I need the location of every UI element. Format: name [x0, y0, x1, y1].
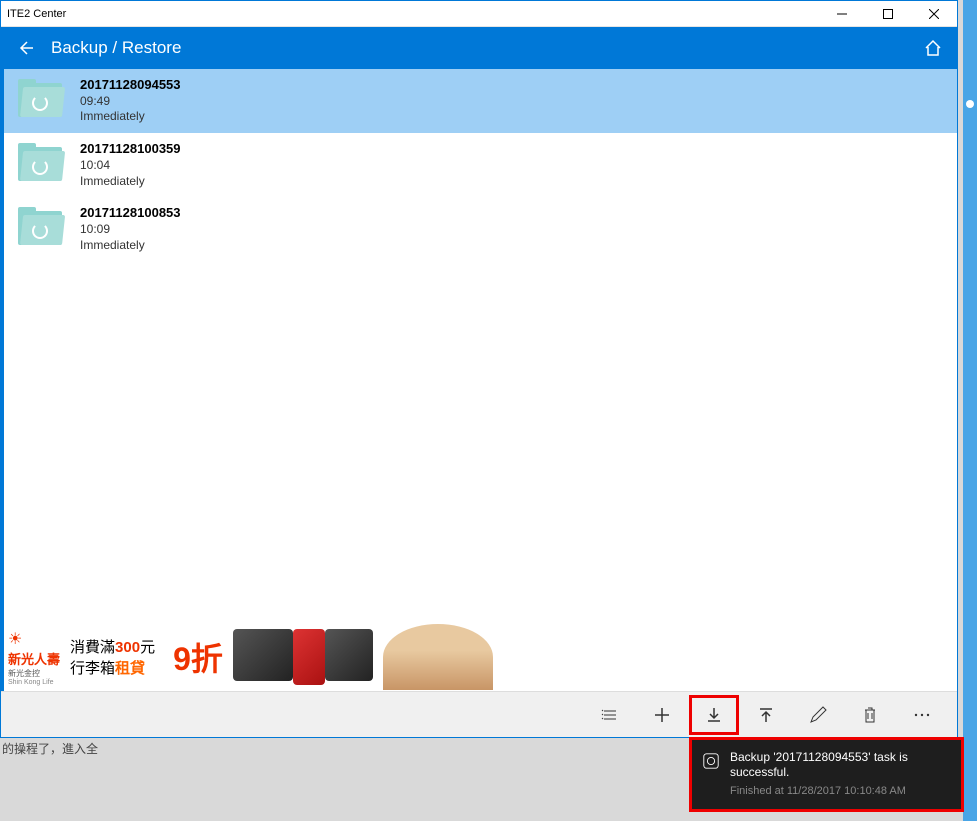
bottom-toolbar	[1, 691, 957, 737]
add-button[interactable]	[637, 695, 687, 735]
backup-time: 10:09	[80, 222, 181, 238]
backup-name: 20171128100853	[80, 205, 181, 222]
backup-info: 20171128100359 10:04 Immediately	[80, 141, 181, 189]
backup-name: 20171128094553	[80, 77, 181, 94]
backup-time: 10:04	[80, 158, 181, 174]
page-title: Backup / Restore	[51, 38, 181, 58]
more-button[interactable]	[897, 695, 947, 735]
download-icon	[704, 705, 724, 725]
minimize-button[interactable]	[819, 1, 865, 27]
home-icon	[923, 38, 943, 58]
backup-list-item[interactable]: 20171128100853 10:09 Immediately	[4, 197, 957, 261]
home-button[interactable]	[923, 38, 943, 58]
list-icon	[600, 705, 620, 725]
ad-products	[233, 629, 373, 685]
backup-list: 20171128094553 09:49 Immediately 2017112…	[1, 69, 957, 623]
minimize-icon	[837, 9, 847, 19]
notification-title: Backup '20171128094553' task is successf…	[730, 750, 949, 781]
backup-list-item[interactable]: 20171128094553 09:49 Immediately	[4, 69, 957, 133]
ad-text: 消費滿300元 行李箱租貸	[70, 636, 155, 678]
back-arrow-icon	[15, 38, 35, 58]
upload-button[interactable]	[741, 695, 791, 735]
backup-schedule: Immediately	[80, 174, 181, 190]
folder-sync-icon	[18, 79, 62, 117]
maximize-button[interactable]	[865, 1, 911, 27]
back-button[interactable]	[15, 38, 35, 58]
backup-info: 20171128100853 10:09 Immediately	[80, 205, 181, 253]
ad-person	[383, 624, 493, 690]
more-icon	[912, 705, 932, 725]
window-title: ITE2 Center	[7, 8, 66, 20]
folder-sync-icon	[18, 207, 62, 245]
maximize-icon	[883, 9, 893, 19]
backup-schedule: Immediately	[80, 238, 181, 254]
edit-button[interactable]	[793, 695, 843, 735]
backup-schedule: Immediately	[80, 109, 181, 125]
ad-discount: 9折	[173, 634, 223, 680]
background-slider-dot	[966, 100, 974, 108]
notification-app-icon	[702, 752, 720, 770]
backup-list-item[interactable]: 20171128100359 10:04 Immediately	[4, 133, 957, 197]
ad-logo: ☀ 新光人壽 新光金控 Shin Kong Life	[8, 629, 60, 686]
app-header: Backup / Restore	[1, 27, 957, 69]
delete-button[interactable]	[845, 695, 895, 735]
advertisement-banner[interactable]: ☀ 新光人壽 新光金控 Shin Kong Life 消費滿300元 行李箱租貸…	[1, 623, 954, 691]
backup-info: 20171128094553 09:49 Immediately	[80, 77, 181, 125]
background-text: 的操程了，進入全	[2, 740, 98, 757]
pencil-icon	[808, 705, 828, 725]
notification-subtitle: Finished at 11/28/2017 10:10:48 AM	[730, 785, 949, 797]
trash-icon	[860, 705, 880, 725]
folder-sync-icon	[18, 143, 62, 181]
plus-icon	[652, 705, 672, 725]
close-button[interactable]	[911, 1, 957, 27]
window-controls	[819, 1, 957, 27]
list-button[interactable]	[585, 695, 635, 735]
download-button[interactable]	[689, 695, 739, 735]
titlebar: ITE2 Center	[1, 1, 957, 27]
upload-icon	[756, 705, 776, 725]
close-icon	[929, 9, 939, 19]
background-slider-edge	[963, 0, 977, 821]
toast-notification[interactable]: Backup '20171128094553' task is successf…	[689, 737, 964, 812]
app-window: ITE2 Center Backup / Restore	[0, 0, 958, 738]
backup-name: 20171128100359	[80, 141, 181, 158]
backup-time: 09:49	[80, 94, 181, 110]
